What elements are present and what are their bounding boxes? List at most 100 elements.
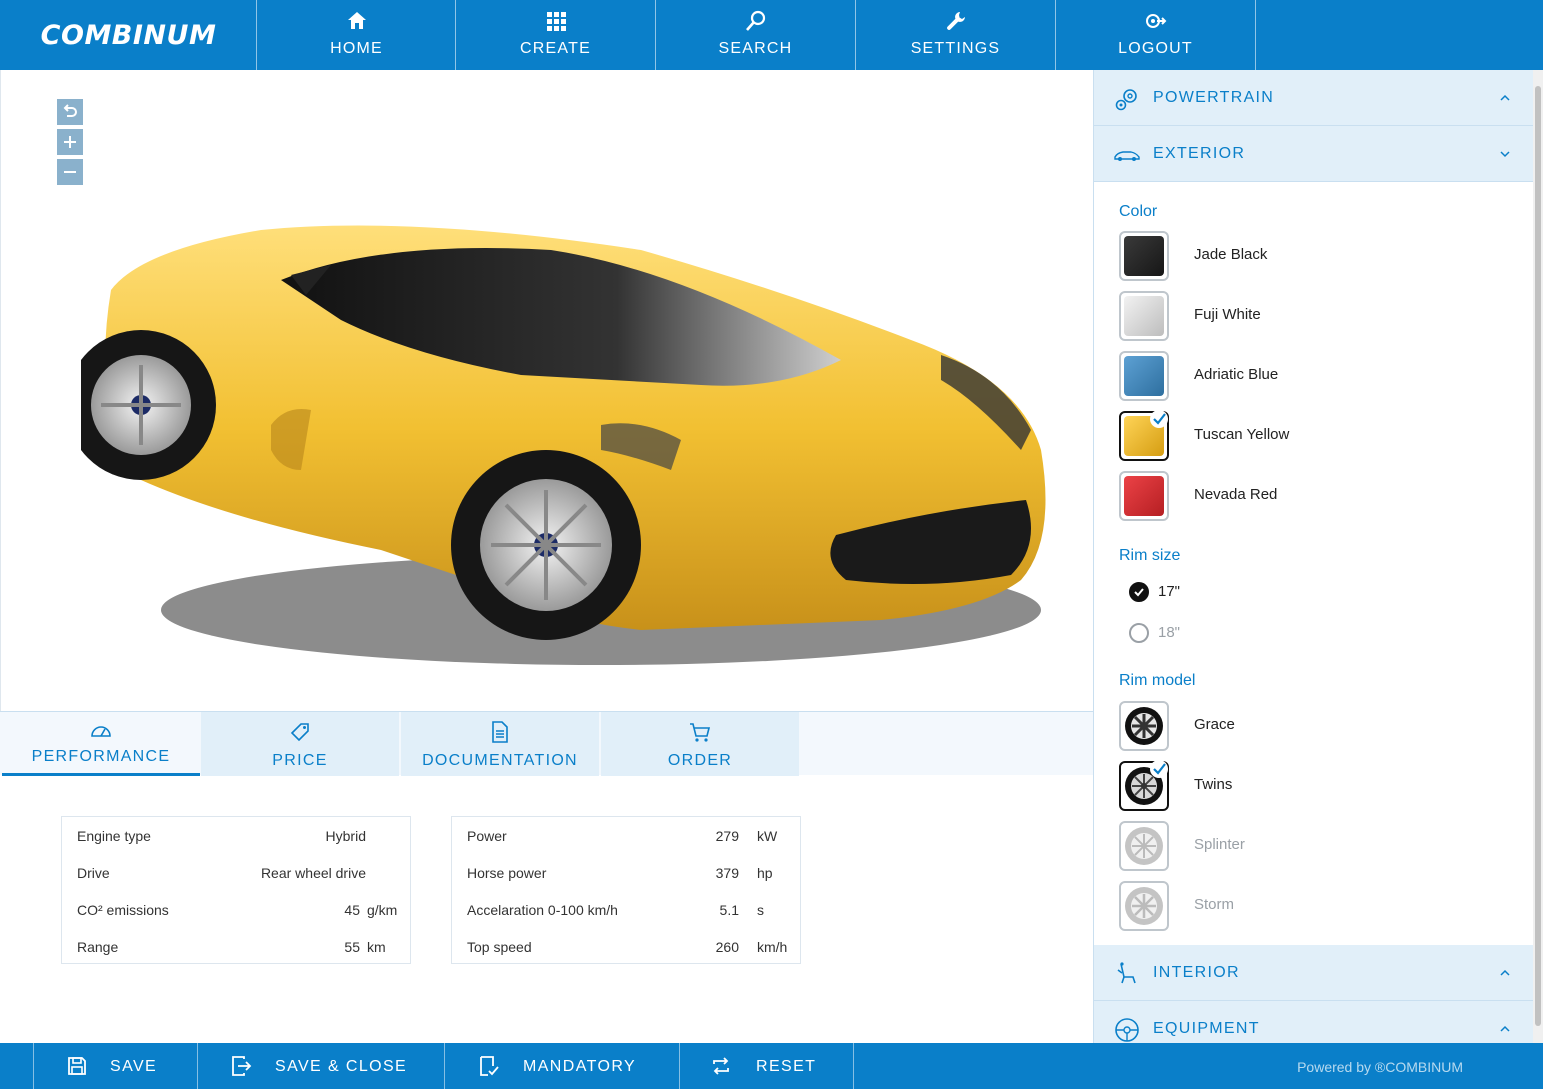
chevron-down-icon (1500, 151, 1510, 158)
zoom-out-icon (64, 171, 76, 173)
color-option-adriatic-blue[interactable]: Adriatic Blue (1119, 351, 1519, 401)
radio-selected (1129, 582, 1149, 602)
color-name: Nevada Red (1194, 486, 1278, 503)
chevron-up-icon (1500, 1025, 1510, 1032)
swatch-fill (1124, 296, 1164, 336)
spec-label: CO² emissions (77, 902, 169, 918)
spec-label: Top speed (467, 939, 532, 955)
spec-row: Accelaration 0-100 km/h 5.1 s (467, 902, 790, 922)
rim-swatch (1119, 821, 1169, 871)
spec-label: Accelaration 0-100 km/h (467, 902, 618, 918)
powered-by-text: Powered by ®COMBINUM (1297, 1059, 1463, 1075)
rim-option-twins[interactable]: Twins (1119, 760, 1519, 811)
tab-performance-label: PERFORMANCE (31, 748, 171, 765)
spec-label: Horse power (467, 865, 547, 881)
checkmark-icon (1134, 588, 1144, 597)
reset-label: RESET (756, 1058, 817, 1075)
spec-unit: s (757, 902, 764, 918)
color-name: Fuji White (1194, 306, 1261, 323)
document-icon (401, 720, 599, 744)
spec-label: Engine type (77, 828, 151, 844)
swatch-fill (1124, 236, 1164, 276)
section-interior-header[interactable]: INTERIOR (1094, 945, 1533, 1001)
tab-order-label: ORDER (667, 752, 733, 769)
tab-performance[interactable]: PERFORMANCE (2, 712, 200, 776)
spec-value: 379 (715, 865, 739, 881)
spec-unit: kW (757, 828, 778, 844)
rim-swatch (1119, 881, 1169, 931)
rim-swatch-selected (1119, 760, 1169, 811)
car-viewer[interactable] (0, 70, 1093, 711)
rim-name: Grace (1194, 716, 1235, 733)
color-swatch (1119, 351, 1169, 401)
spec-unit: km (367, 939, 386, 955)
tab-order[interactable]: ORDER (601, 712, 799, 776)
rim-swatch (1119, 701, 1169, 751)
color-option-tuscan-yellow[interactable]: Tuscan Yellow (1119, 410, 1519, 461)
rim-size-option-17[interactable]: 17" (1119, 580, 1319, 604)
tab-documentation[interactable]: DOCUMENTATION (401, 712, 599, 776)
section-exterior-header[interactable]: EXTERIOR (1094, 126, 1533, 182)
spec-label: Power (467, 828, 507, 844)
tab-price-label: PRICE (272, 752, 328, 769)
nav-settings[interactable]: SETTINGS (855, 0, 1055, 70)
tab-price[interactable]: PRICE (201, 712, 399, 776)
undo-icon (63, 104, 77, 117)
zoom-in-button[interactable] (57, 129, 83, 155)
nav-settings-label: SETTINGS (910, 40, 1001, 57)
color-option-jade-black[interactable]: Jade Black (1119, 231, 1519, 281)
top-navigation-bar: COMBINUM HOME CREATE SEARCH SETTINGS LOG… (0, 0, 1543, 70)
rim-option-storm[interactable]: Storm (1119, 881, 1519, 931)
nav-search[interactable]: SEARCH (655, 0, 855, 70)
spec-row: Horse power 379 hp (467, 865, 790, 885)
car-preview-image[interactable] (81, 150, 1061, 680)
undo-button[interactable] (57, 99, 83, 125)
spec-table-general: Engine type Hybrid Drive Rear wheel driv… (61, 816, 411, 964)
color-name: Jade Black (1194, 246, 1268, 263)
zoom-out-button[interactable] (57, 159, 83, 185)
save-and-close-button[interactable]: SAVE & CLOSE (197, 1043, 445, 1089)
rim-option-splinter[interactable]: Splinter (1119, 821, 1519, 871)
checkmark-icon (1150, 410, 1168, 428)
cart-icon (601, 720, 799, 744)
section-exterior-label: EXTERIOR (1153, 145, 1246, 162)
rim-option-grace[interactable]: Grace (1119, 701, 1519, 751)
spec-unit: km/h (757, 939, 788, 955)
rim-name: Splinter (1194, 836, 1245, 853)
rim-size-label: 18" (1158, 624, 1181, 641)
color-option-nevada-red[interactable]: Nevada Red (1119, 471, 1519, 521)
nav-logout[interactable]: LOGOUT (1055, 0, 1255, 70)
reset-button[interactable]: RESET (679, 1043, 854, 1089)
sidebar-scrollbar-thumb[interactable] (1535, 86, 1541, 1026)
section-equipment-header[interactable]: EQUIPMENT (1094, 1001, 1533, 1043)
nav-create[interactable]: CREATE (455, 0, 655, 70)
configuration-sidebar: POWERTRAIN EXTERIOR Color Jade Black Fuj… (1093, 70, 1533, 1043)
bottom-action-bar: SAVE SAVE & CLOSE MANDATORY RESET Powere… (0, 1043, 1543, 1089)
search-icon (656, 10, 855, 32)
spec-unit: hp (757, 865, 773, 881)
rim-size-option-18[interactable]: 18" (1119, 621, 1319, 645)
chevron-up-icon (1500, 969, 1510, 976)
save-button-label: SAVE (110, 1058, 158, 1075)
nav-search-label: SEARCH (718, 40, 793, 57)
spec-value: Hybrid (325, 828, 366, 844)
mandatory-button[interactable]: MANDATORY (444, 1043, 679, 1089)
rim-size-group-title: Rim size (1119, 547, 1181, 564)
gears-icon (1115, 89, 1137, 111)
seat-icon (1117, 962, 1136, 984)
rim-name: Storm (1194, 896, 1235, 913)
spec-value: 260 (715, 939, 739, 955)
color-name: Adriatic Blue (1194, 366, 1279, 383)
gauge-icon (2, 720, 200, 744)
nav-divider (1255, 0, 1256, 70)
color-option-fuji-white[interactable]: Fuji White (1119, 291, 1519, 341)
floppy-icon (68, 1057, 86, 1075)
save-button[interactable]: SAVE (33, 1043, 198, 1089)
nav-home[interactable]: HOME (256, 0, 456, 70)
spec-row: CO² emissions 45 g/km (77, 902, 400, 922)
steering-wheel-icon (1115, 1018, 1139, 1042)
combinum-logo[interactable]: COMBINUM (0, 0, 257, 70)
section-powertrain-header[interactable]: POWERTRAIN (1094, 70, 1533, 126)
spec-label: Drive (77, 865, 110, 881)
rim-storm-icon (1125, 887, 1163, 925)
